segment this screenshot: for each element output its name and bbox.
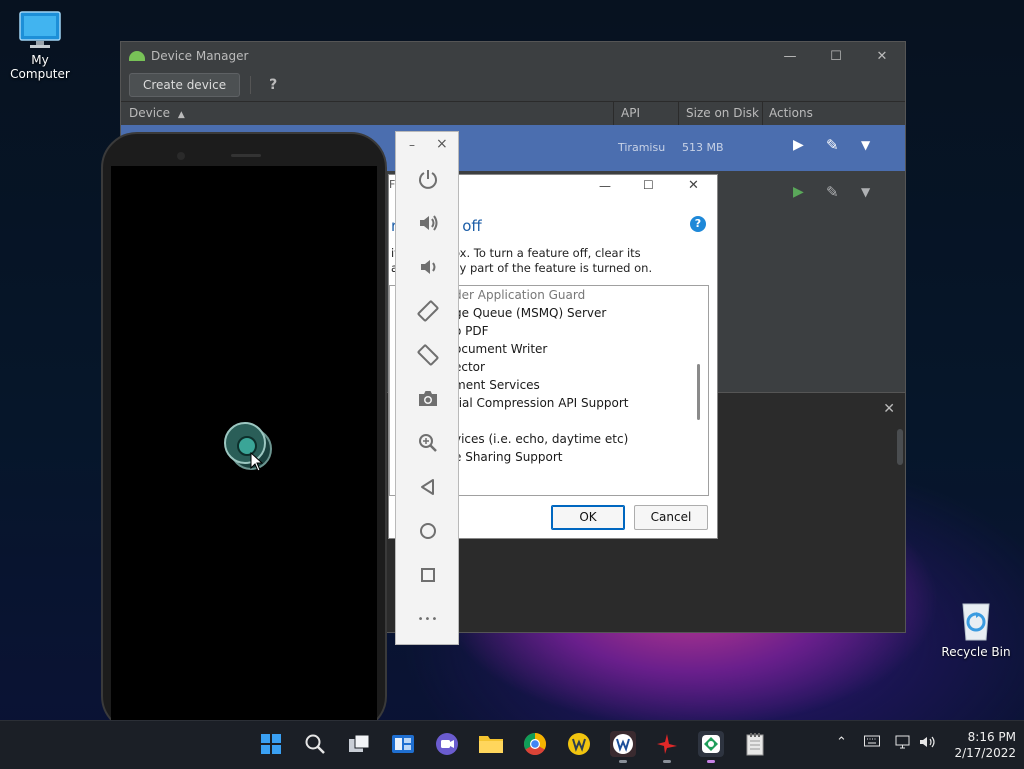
running-indicator [663,760,671,763]
run-device-icon[interactable]: ▶ [793,184,804,200]
task-view-icon[interactable] [346,731,372,757]
toolbar-divider [250,76,252,94]
app-icon-yellow[interactable] [566,731,592,757]
list-item[interactable]: tial Compression API Support [454,396,628,410]
list-item[interactable]: o PDF [454,324,489,338]
recycle-bin-icon [956,598,996,642]
my-computer-label: My Computer [10,53,70,81]
emulator-close-button[interactable]: × [436,136,448,152]
app-icon-active[interactable] [610,731,636,763]
help-button[interactable]: ? [269,77,277,93]
emulator-toolbar: – × ••• [395,131,459,645]
earpiece [231,154,261,157]
emulator-minimize-button[interactable]: – [409,138,415,152]
running-indicator [707,760,715,763]
device-table-header: Device ▲ API Size on Disk Actions [121,101,905,126]
keyboard-icon[interactable] [864,735,880,750]
file-explorer-icon[interactable] [478,731,504,757]
home-icon[interactable] [396,516,460,546]
device-menu-icon[interactable]: ▼ [861,138,870,152]
clock[interactable]: 8:16 PM 2/17/2022 [946,729,1016,761]
search-icon[interactable] [302,731,328,757]
list-item[interactable]: ge Queue (MSMQ) Server [454,306,606,320]
column-header-size[interactable]: Size on Disk [686,106,759,120]
ok-button[interactable]: OK [551,505,625,530]
front-camera [177,152,185,160]
column-separator [613,102,614,125]
chrome-icon[interactable] [522,731,548,757]
more-options-icon[interactable]: ••• [396,604,460,634]
cancel-button[interactable]: Cancel [634,505,708,530]
teams-chat-icon[interactable] [434,731,460,757]
list-item[interactable]: ment Services [454,378,540,392]
overview-icon[interactable] [396,560,460,590]
device-manager-title: Device Manager [151,49,249,63]
sort-ascending-icon: ▲ [177,110,185,120]
mouse-cursor-icon [250,451,264,475]
clock-date: 2/17/2022 [954,746,1016,760]
volume-down-icon[interactable] [396,252,460,282]
list-item[interactable]: vices (i.e. echo, daytime etc) [454,432,628,446]
column-header-device[interactable]: Device ▲ [129,106,185,120]
volume-up-icon[interactable] [396,208,460,238]
camera-icon[interactable] [396,384,460,414]
column-header-api[interactable]: API [621,106,640,120]
widgets-icon[interactable] [390,731,416,757]
show-hidden-icons-icon[interactable]: ⌃ [836,735,847,750]
rotate-left-icon[interactable] [396,296,460,326]
panel-scrollbar[interactable] [897,429,903,465]
help-icon[interactable]: ? [690,216,706,232]
device-manager-toolbar: Create device ? [121,70,905,100]
list-item[interactable]: der Application Guard [454,288,585,302]
start-icon[interactable] [258,731,284,757]
emulator-screen[interactable] [111,166,377,730]
device-menu-icon[interactable]: ▼ [861,185,870,199]
device-size: 513 MB [682,141,724,154]
minimize-button[interactable]: — [767,49,813,64]
notepad-icon[interactable] [742,731,768,757]
android-studio-icon[interactable] [698,731,724,763]
dialog-maximize-button[interactable]: ☐ [643,178,654,192]
edit-device-icon[interactable]: ✎ [826,183,839,201]
network-icon[interactable] [895,735,913,752]
back-icon[interactable] [396,472,460,502]
maximize-button[interactable]: ☐ [813,49,859,64]
emulator-phone-frame [101,132,387,732]
power-icon[interactable] [396,164,460,194]
column-separator [678,102,679,125]
my-computer-desktop-icon[interactable]: My Computer [2,10,78,81]
close-button[interactable]: ✕ [859,49,905,64]
monitor-icon [18,10,62,50]
rotate-right-icon[interactable] [396,340,460,370]
edit-device-icon[interactable]: ✎ [826,136,839,154]
volume-icon[interactable] [919,735,937,752]
list-item[interactable]: ocument Writer [454,342,547,356]
close-panel-icon[interactable]: ✕ [883,401,895,417]
boot-animation-icon [221,419,277,478]
android-icon [129,51,145,61]
dialog-minimize-button[interactable]: — [599,179,611,193]
taskbar: ⌃ 8:16 PM 2/17/2022 [0,720,1024,769]
list-item[interactable]: e Sharing Support [454,450,563,464]
device-api: Tiramisu [618,141,666,154]
device-manager-titlebar: Device Manager — ☐ ✕ [121,42,905,70]
recycle-bin-label: Recycle Bin [941,645,1011,659]
running-indicator [619,760,627,763]
create-device-button[interactable]: Create device [129,73,241,97]
list-scrollbar[interactable] [697,364,700,420]
dialog-close-button[interactable]: ✕ [688,178,699,193]
run-device-icon[interactable]: ▶ [793,137,804,153]
column-header-actions[interactable]: Actions [769,106,813,120]
clock-time: 8:16 PM [967,730,1016,744]
app-icon-red-arrow[interactable] [654,731,680,763]
zoom-icon[interactable] [396,428,460,458]
recycle-bin-desktop-icon[interactable]: Recycle Bin [940,598,1012,659]
column-separator [762,102,763,125]
